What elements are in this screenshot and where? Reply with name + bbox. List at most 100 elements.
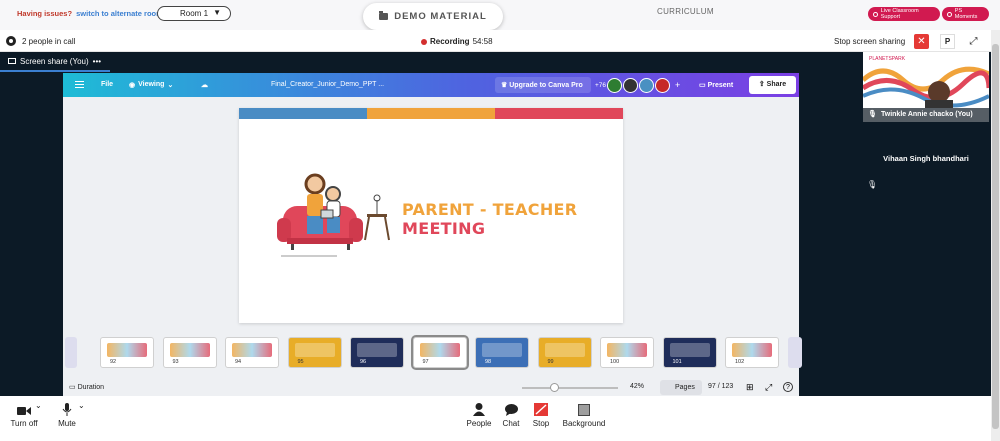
avatar xyxy=(623,77,639,93)
thumbnail-preview xyxy=(107,343,147,357)
slide-thumbnail[interactable]: 96 xyxy=(350,337,404,368)
demo-material-button[interactable]: DEMO MATERIAL xyxy=(363,3,503,30)
thumbnail-preview xyxy=(419,343,460,357)
slide-thumbnail-partial[interactable] xyxy=(787,337,802,368)
present-button[interactable]: ▭ Present xyxy=(699,81,733,89)
help-icon[interactable]: ? xyxy=(783,382,793,392)
mic-icon: 🎙 xyxy=(868,111,877,118)
mute-button[interactable]: Mute xyxy=(54,396,80,441)
stop-button[interactable]: Stop xyxy=(528,396,554,441)
ps-moments-button[interactable]: PS Moments xyxy=(942,7,989,21)
background-button[interactable]: Background xyxy=(561,396,607,441)
stop-screen-sharing-label[interactable]: Stop screen sharing xyxy=(834,37,905,46)
slide-stripe-blue xyxy=(239,108,367,119)
thumbnail-number: 92 xyxy=(110,359,117,365)
screen-share-tab[interactable]: Screen share (You) ••• xyxy=(0,52,110,72)
cloud-saved-icon: ☁ xyxy=(201,82,208,89)
slide-thumbnail[interactable]: 100 xyxy=(600,337,654,368)
share-icon: ⇪ xyxy=(758,81,767,88)
people-button[interactable]: People xyxy=(464,396,494,441)
viewing-menu[interactable]: ◉ Viewing ⌄ xyxy=(129,81,173,89)
grid-view-icon[interactable]: ⊞ xyxy=(746,382,754,393)
screen-icon xyxy=(8,58,16,64)
chat-button[interactable]: Chat xyxy=(499,396,523,441)
participant-tile-self[interactable]: PLANETSPARK 🎙 Twinkle Annie chacko (You) xyxy=(863,52,989,122)
participant-name-self: 🎙 Twinkle Annie chacko (You) xyxy=(863,108,989,122)
present-label: Present xyxy=(707,82,734,89)
record-dot-icon xyxy=(421,38,427,45)
stage: Screen share (You) ••• File ◉ Viewing ⌄ … xyxy=(0,52,991,396)
chevron-down-icon: ⌄ xyxy=(167,82,174,89)
room-select[interactable]: Room 1 ▼ xyxy=(157,6,231,21)
slide-thumbnail[interactable]: 97 xyxy=(410,335,469,370)
thumbnail-number: 100 xyxy=(610,359,620,365)
stop-label: Stop xyxy=(532,419,550,428)
slide-thumbnail[interactable]: 98 xyxy=(475,337,529,368)
parents-on-sofa-illustration xyxy=(277,173,390,257)
fullscreen-icon[interactable]: ⤢ xyxy=(765,382,772,393)
people-icon xyxy=(473,403,485,416)
present-icon: ▭ xyxy=(699,82,708,89)
slide-thumbnail[interactable]: 92 xyxy=(100,337,154,368)
avatar xyxy=(655,77,671,93)
eye-icon: ◉ xyxy=(129,82,136,89)
support-icon xyxy=(873,11,878,17)
pages-button[interactable]: Pages xyxy=(660,380,702,395)
slide-thumbnail[interactable]: 99 xyxy=(537,337,592,368)
participant-name-label: Twinkle Annie chacko (You) xyxy=(881,111,973,118)
document-title[interactable]: Final_Creator_Junior_Demo_PPT ... xyxy=(271,81,384,88)
folder-icon xyxy=(379,11,389,20)
zoom-slider[interactable] xyxy=(522,387,618,389)
slide-thumbnail[interactable]: 94 xyxy=(225,337,279,368)
alternate-room-link[interactable]: switch to alternate room xyxy=(76,9,163,18)
stop-sharing-close-button[interactable]: ✕ xyxy=(914,34,929,49)
thumbnail-number: 102 xyxy=(735,359,745,365)
slide-thumbnail[interactable]: 101 xyxy=(662,337,717,368)
people-count: 2 people in call xyxy=(22,37,76,46)
thumbnail-number: 99 xyxy=(547,359,554,365)
thumbnail-preview xyxy=(232,343,272,357)
zoom-slider-handle[interactable] xyxy=(550,383,560,392)
slide-thumbnail[interactable]: 93 xyxy=(162,337,217,368)
slide-thumbnail-partial[interactable] xyxy=(65,337,77,368)
thumbnail-number: 98 xyxy=(485,359,492,365)
bottom-toolbar: Turn off ⌄ Mute ⌄ People Chat Stop Backg… xyxy=(0,396,991,441)
zoom-value[interactable]: 42% xyxy=(630,383,644,390)
slide-thumbnail-strip[interactable]: 92 93 94 95 96 97 98 99 100 101 102 xyxy=(63,335,802,370)
plus-icon[interactable]: + xyxy=(675,80,680,90)
recording-label: Recording xyxy=(430,37,470,46)
thumbnail-number: 93 xyxy=(172,359,179,365)
gear-icon[interactable] xyxy=(6,36,16,46)
expand-icon[interactable]: ⤢ xyxy=(966,34,981,49)
share-button[interactable]: ⇪ Share xyxy=(749,76,796,94)
call-bar: 2 people in call Recording 54:58 Stop sc… xyxy=(0,30,991,52)
current-slide[interactable]: PARENT - TEACHER MEETING xyxy=(239,108,623,323)
issues-label: Having issues? xyxy=(17,9,73,18)
mic-options-chevron-icon[interactable]: ⌄ xyxy=(78,401,85,410)
curriculum-link[interactable]: CURRICULUM xyxy=(657,7,714,16)
camera-options-chevron-icon[interactable]: ⌄ xyxy=(35,401,42,410)
camera-icon xyxy=(947,11,952,17)
camera-icon xyxy=(17,407,31,415)
background-icon xyxy=(578,404,590,416)
slide-stripe-orange xyxy=(367,108,495,119)
slide-thumbnail[interactable]: 102 xyxy=(725,337,779,368)
scrollbar-thumb[interactable] xyxy=(992,44,999,429)
more-options-icon[interactable]: ••• xyxy=(93,57,101,66)
collaborator-avatars[interactable]: +76 + xyxy=(595,77,680,93)
participant-tile-other[interactable]: Vihaan Singh bhandhari 🎙 xyxy=(863,124,989,194)
file-menu[interactable]: File xyxy=(101,81,113,88)
slide-thumbnail[interactable]: 95 xyxy=(287,337,342,368)
screen-share-label: Screen share (You) xyxy=(20,56,89,66)
recording-indicator: Recording 54:58 xyxy=(421,37,493,46)
live-support-button[interactable]: Live Classroom Support xyxy=(868,7,940,21)
thumbnail-number: 95 xyxy=(297,359,304,365)
thumbnail-number: 94 xyxy=(235,359,242,365)
menu-icon[interactable] xyxy=(75,81,84,88)
slide-title-line2: MEETING xyxy=(402,219,486,238)
p-button[interactable]: P xyxy=(940,34,955,49)
demo-material-label: DEMO MATERIAL xyxy=(394,11,487,22)
duration-button[interactable]: ▭ Duration xyxy=(69,383,104,391)
page-scrollbar[interactable] xyxy=(991,30,1000,441)
upgrade-button[interactable]: ♛ Upgrade to Canva Pro xyxy=(495,77,591,93)
